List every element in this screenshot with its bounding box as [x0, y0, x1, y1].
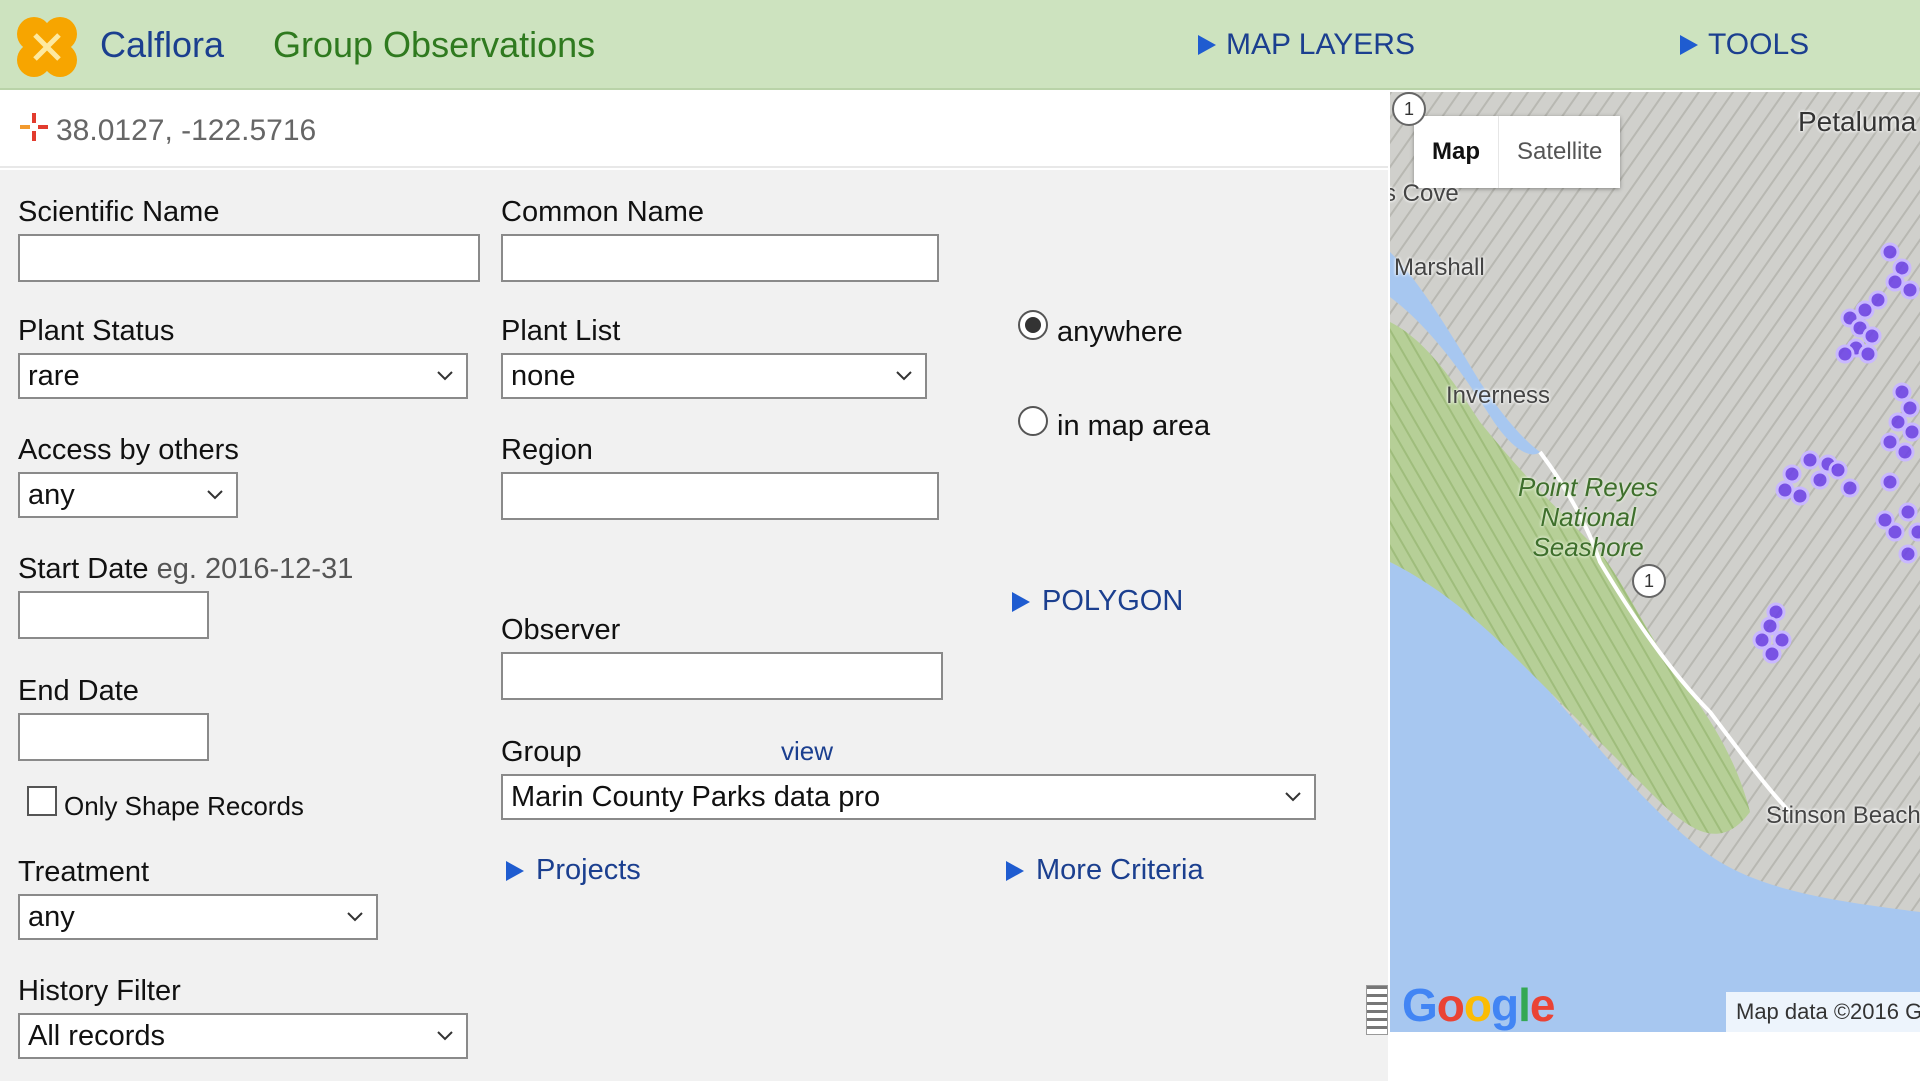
- observer-input[interactable]: [501, 652, 943, 700]
- tools-label: TOOLS: [1708, 28, 1810, 61]
- group-label: Group: [501, 736, 582, 768]
- polygon-toggle[interactable]: POLYGON: [1012, 585, 1183, 618]
- plant-list-label: Plant List: [501, 315, 621, 347]
- in-map-area-label[interactable]: in map area: [1057, 410, 1210, 443]
- observation-marker[interactable]: [1880, 432, 1900, 452]
- observation-marker[interactable]: [1752, 630, 1772, 650]
- observation-marker[interactable]: [1885, 272, 1905, 292]
- anywhere-radio[interactable]: [1018, 310, 1048, 340]
- projects-label: Projects: [536, 854, 641, 886]
- common-name-label: Common Name: [501, 196, 705, 228]
- projects-toggle[interactable]: Projects: [506, 854, 641, 887]
- observation-marker[interactable]: [1782, 464, 1802, 484]
- observation-marker[interactable]: [1862, 326, 1882, 346]
- panel-resize-handle[interactable]: [1366, 985, 1388, 1035]
- observation-marker[interactable]: [1900, 398, 1920, 418]
- end-date-label: End Date: [18, 675, 139, 707]
- chevron-down-icon: [437, 371, 453, 381]
- expand-triangle-icon: [1012, 591, 1030, 612]
- anywhere-label[interactable]: anywhere: [1057, 316, 1183, 349]
- observation-marker[interactable]: [1858, 344, 1878, 364]
- group-select[interactable]: Marin County Parks data pro: [501, 774, 1316, 820]
- access-by-others-select[interactable]: any: [18, 472, 238, 518]
- tools-menu[interactable]: TOOLS: [1680, 28, 1809, 62]
- observation-marker[interactable]: [1790, 486, 1810, 506]
- observation-marker[interactable]: [1800, 450, 1820, 470]
- expand-triangle-icon: [506, 860, 524, 881]
- start-date-hint: eg. 2016-12-31: [156, 553, 354, 585]
- observation-marker[interactable]: [1895, 442, 1915, 462]
- google-logo: Google: [1402, 979, 1555, 1031]
- history-filter-label: History Filter: [18, 975, 181, 1007]
- observation-marker[interactable]: [1828, 460, 1848, 480]
- observation-marker[interactable]: [1892, 382, 1912, 402]
- plant-status-value: rare: [28, 360, 80, 392]
- access-by-others-label: Access by others: [18, 434, 239, 466]
- plant-status-select[interactable]: rare: [18, 353, 468, 399]
- region-label: Region: [501, 434, 593, 466]
- observation-marker[interactable]: [1898, 502, 1918, 522]
- map-layers-label: MAP LAYERS: [1226, 28, 1415, 61]
- plant-list-select[interactable]: none: [501, 353, 927, 399]
- history-filter-value: All records: [28, 1020, 165, 1052]
- observation-marker[interactable]: [1855, 300, 1875, 320]
- observation-marker[interactable]: [1898, 544, 1918, 564]
- expand-triangle-icon: [1198, 35, 1216, 55]
- in-map-area-radio[interactable]: [1018, 406, 1048, 436]
- map-layers-menu[interactable]: MAP LAYERS: [1198, 28, 1415, 62]
- more-criteria-toggle[interactable]: More Criteria: [1006, 854, 1204, 887]
- observation-marker[interactable]: [1880, 472, 1900, 492]
- only-shape-records-label[interactable]: Only Shape Records: [64, 791, 304, 822]
- observation-marker[interactable]: [1835, 344, 1855, 364]
- access-by-others-value: any: [28, 479, 75, 511]
- map-attribution[interactable]: Map data ©2016 G: [1726, 992, 1920, 1032]
- region-input[interactable]: [501, 472, 939, 520]
- observation-marker[interactable]: [1880, 242, 1900, 262]
- start-date-input[interactable]: [18, 591, 209, 639]
- observation-marker[interactable]: [1840, 478, 1860, 498]
- observation-marker[interactable]: [1875, 510, 1895, 530]
- observation-marker[interactable]: [1810, 470, 1830, 490]
- chevron-down-icon: [1285, 792, 1301, 802]
- more-criteria-label: More Criteria: [1036, 854, 1204, 886]
- history-filter-select[interactable]: All records: [18, 1013, 468, 1059]
- end-date-input[interactable]: [18, 713, 209, 761]
- coordinates-readout: 38.0127, -122.5716: [56, 114, 317, 147]
- chevron-down-icon: [347, 912, 363, 922]
- page-title: Group Observations: [273, 24, 596, 65]
- chevron-down-icon: [437, 1031, 453, 1041]
- chevron-down-icon: [896, 371, 912, 381]
- location-crosshair-icon[interactable]: [18, 111, 50, 143]
- start-date-label-text: Start Date: [18, 553, 149, 585]
- observation-markers: [1752, 242, 1920, 664]
- observation-marker[interactable]: [1902, 422, 1920, 442]
- treatment-select[interactable]: any: [18, 894, 378, 940]
- observation-marker[interactable]: [1908, 522, 1920, 542]
- observation-marker[interactable]: [1900, 280, 1920, 300]
- chevron-down-icon: [207, 490, 223, 500]
- common-name-input[interactable]: [501, 234, 939, 282]
- expand-triangle-icon: [1680, 35, 1698, 55]
- observer-label: Observer: [501, 614, 621, 646]
- scientific-name-input[interactable]: [18, 234, 480, 282]
- app-name[interactable]: Calflora: [100, 24, 224, 66]
- scientific-name-label: Scientific Name: [18, 196, 220, 228]
- polygon-label: POLYGON: [1042, 585, 1184, 617]
- start-date-label: Start Date eg. 2016-12-31: [18, 553, 353, 586]
- treatment-value: any: [28, 901, 75, 933]
- only-shape-records-checkbox[interactable]: [27, 786, 57, 816]
- search-criteria-panel: Scientific Name Common Name Plant Status…: [0, 170, 1388, 1081]
- group-view-link[interactable]: view: [781, 736, 833, 767]
- treatment-label: Treatment: [18, 856, 150, 888]
- group-value: Marin County Parks data pro: [511, 781, 881, 813]
- app-header: Calflora Group Observations MAP LAYERS T…: [0, 0, 1920, 90]
- plant-list-value: none: [511, 360, 576, 392]
- location-bar: 38.0127, -122.5716: [0, 92, 1388, 168]
- calflora-logo-icon[interactable]: [10, 10, 84, 84]
- plant-status-label: Plant Status: [18, 315, 175, 347]
- observations-map[interactable]: Map Satellite 1 Petaluma s Cove Marshall…: [1390, 92, 1920, 1032]
- expand-triangle-icon: [1006, 860, 1024, 881]
